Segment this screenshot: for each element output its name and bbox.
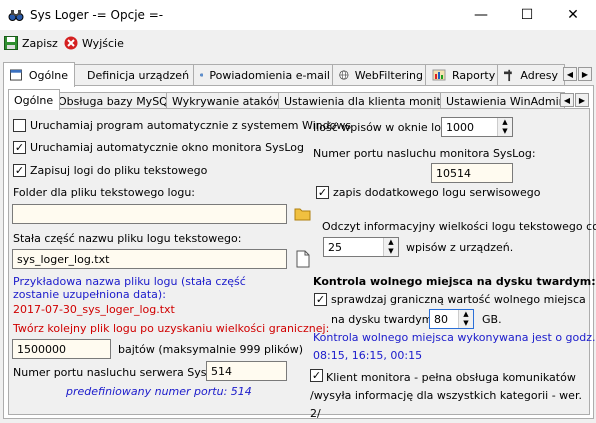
service-log-label: zapis dodatkowego logu serwisowego — [333, 186, 541, 199]
exit-label: Wyjście — [82, 36, 124, 50]
exit-icon — [64, 36, 78, 50]
title-bar: Sys Loger -= Opcje =- — ☐ ✕ — [0, 0, 596, 30]
maximize-button[interactable]: ☐ — [504, 0, 550, 30]
disk-threshold-spinner[interactable]: ▲ ▼ — [458, 310, 473, 328]
auto-monitor-label: Uruchamiaj automatycznie okno monitora S… — [30, 141, 304, 154]
disk-check-label: sprawdzaj graniczną wartość wolnego miej… — [331, 293, 586, 306]
client-label: Klient monitora - pełna obsługa komunika… — [310, 371, 582, 420]
disk-threshold-spinbox[interactable]: 80 ▲ ▼ — [429, 309, 474, 329]
tab-definicja-urzadzen[interactable]: Definicja urządzeń — [74, 64, 196, 85]
web-globe-icon — [339, 70, 349, 80]
rows-spinbox[interactable]: 1000 ▲ ▼ — [441, 117, 513, 137]
subtab-ogolne[interactable]: Ogólne — [8, 89, 60, 110]
read-interval-spinner[interactable]: ▲ ▼ — [383, 238, 398, 256]
read-interval-spinbox[interactable]: 25 ▲ ▼ — [323, 237, 399, 257]
tab-raporty[interactable]: Raporty — [425, 64, 503, 85]
subtab-scroll-left-button[interactable]: ◀ — [560, 93, 574, 107]
auto-monitor-checkbox[interactable]: ✓ — [13, 141, 26, 154]
new-file-label: Twórz kolejny plik logu po uzyskaniu wie… — [13, 322, 330, 335]
monitor-port-label: Numer portu nasluchu monitora SysLog: — [313, 147, 536, 160]
save-logs-label: Zapisuj logi do pliku tekstowego — [30, 164, 208, 177]
server-port-input[interactable]: 514 — [206, 361, 287, 381]
disk-threshold-unit: GB. — [482, 313, 502, 326]
rows-spinner[interactable]: ▲ ▼ — [497, 118, 512, 136]
file-icon[interactable] — [296, 250, 310, 268]
disk-times-label: Kontrola wolnego miejsca wykonywana jest… — [313, 331, 596, 344]
read-interval-value: 25 — [328, 240, 342, 254]
report-icon — [432, 69, 446, 81]
server-port-label: Numer portu nasluchu serwera SysLog: — [13, 366, 230, 379]
rows-label: Ilość wpisów w oknie logu: — [313, 121, 459, 134]
tab-adresy[interactable]: Adresy — [497, 64, 565, 85]
save-label: Zapisz — [22, 36, 58, 50]
example-filename-label: Przykładowa nazwa pliku logu (stała częś… — [13, 275, 246, 301]
save-button[interactable]: Zapisz — [4, 34, 58, 52]
window-title: Sys Loger -= Opcje =- — [30, 8, 164, 22]
folder-icon[interactable] — [294, 207, 312, 221]
disk-threshold-value: 80 — [434, 312, 448, 326]
filename-label: Stała część nazwu pliku logu tekstowego: — [13, 232, 242, 245]
globe-icon — [200, 73, 204, 77]
monitor-port-input[interactable]: 10514 — [431, 163, 513, 183]
disk-times-value: 08:15, 16:15, 00:15 — [313, 349, 423, 362]
max-size-unit: bajtów (maksymalnie 999 plików) — [118, 343, 304, 356]
disk-section-title: Kontrola wolnego miejsca na dysku twardy… — [313, 275, 596, 288]
tab-scroll-right-button[interactable]: ▶ — [578, 67, 592, 81]
toolbar: Zapisz Wyjście — [0, 30, 596, 57]
predefined-port-label: predefiniowany numer portu: 514 — [66, 385, 252, 398]
folder-label: Folder dla pliku tekstowego logu: — [13, 186, 196, 199]
rows-value: 1000 — [446, 120, 474, 134]
read-interval-label: Odczyt informacyjny wielkości logu tekst… — [322, 220, 596, 233]
example-filename-value: 2017-07-30_sys_loger_log.txt — [13, 303, 175, 316]
tab-scroll-left-button[interactable]: ◀ — [563, 67, 577, 81]
minimize-button[interactable]: — — [458, 0, 504, 30]
exit-button[interactable]: Wyjście — [64, 34, 124, 52]
read-interval-unit: wpisów z urządzeń. — [406, 241, 514, 254]
service-log-checkbox[interactable]: ✓ — [316, 186, 329, 199]
autostart-label: Uruchamiaj program automatycznie z syste… — [30, 119, 352, 132]
disk-check-checkbox[interactable]: ✓ — [314, 293, 327, 306]
tab-ogolne[interactable]: Ogólne — [3, 62, 75, 87]
signpost-icon — [504, 69, 512, 82]
settings-window-icon — [10, 69, 22, 81]
disk-threshold-label: na dysku twardym: — [331, 313, 437, 326]
main-tab-strip: Ogólne Definicja urządzeń Powiadomienia … — [0, 62, 596, 87]
max-size-input[interactable]: 1500000 — [12, 339, 111, 359]
folder-input[interactable] — [12, 204, 287, 224]
subtab-scroll-right-button[interactable]: ▶ — [575, 93, 589, 107]
binoculars-icon — [8, 10, 24, 21]
save-logs-checkbox[interactable]: ✓ — [13, 164, 26, 177]
tab-powiadomienia-email[interactable]: Powiadomienia e-mail — [193, 64, 337, 85]
tab-webfiltering[interactable]: WebFiltering — [332, 64, 430, 85]
floppy-disk-icon — [4, 36, 18, 50]
autostart-checkbox[interactable] — [13, 119, 26, 132]
close-button[interactable]: ✕ — [550, 0, 596, 30]
filename-input[interactable]: sys_loger_log.txt — [12, 249, 287, 269]
